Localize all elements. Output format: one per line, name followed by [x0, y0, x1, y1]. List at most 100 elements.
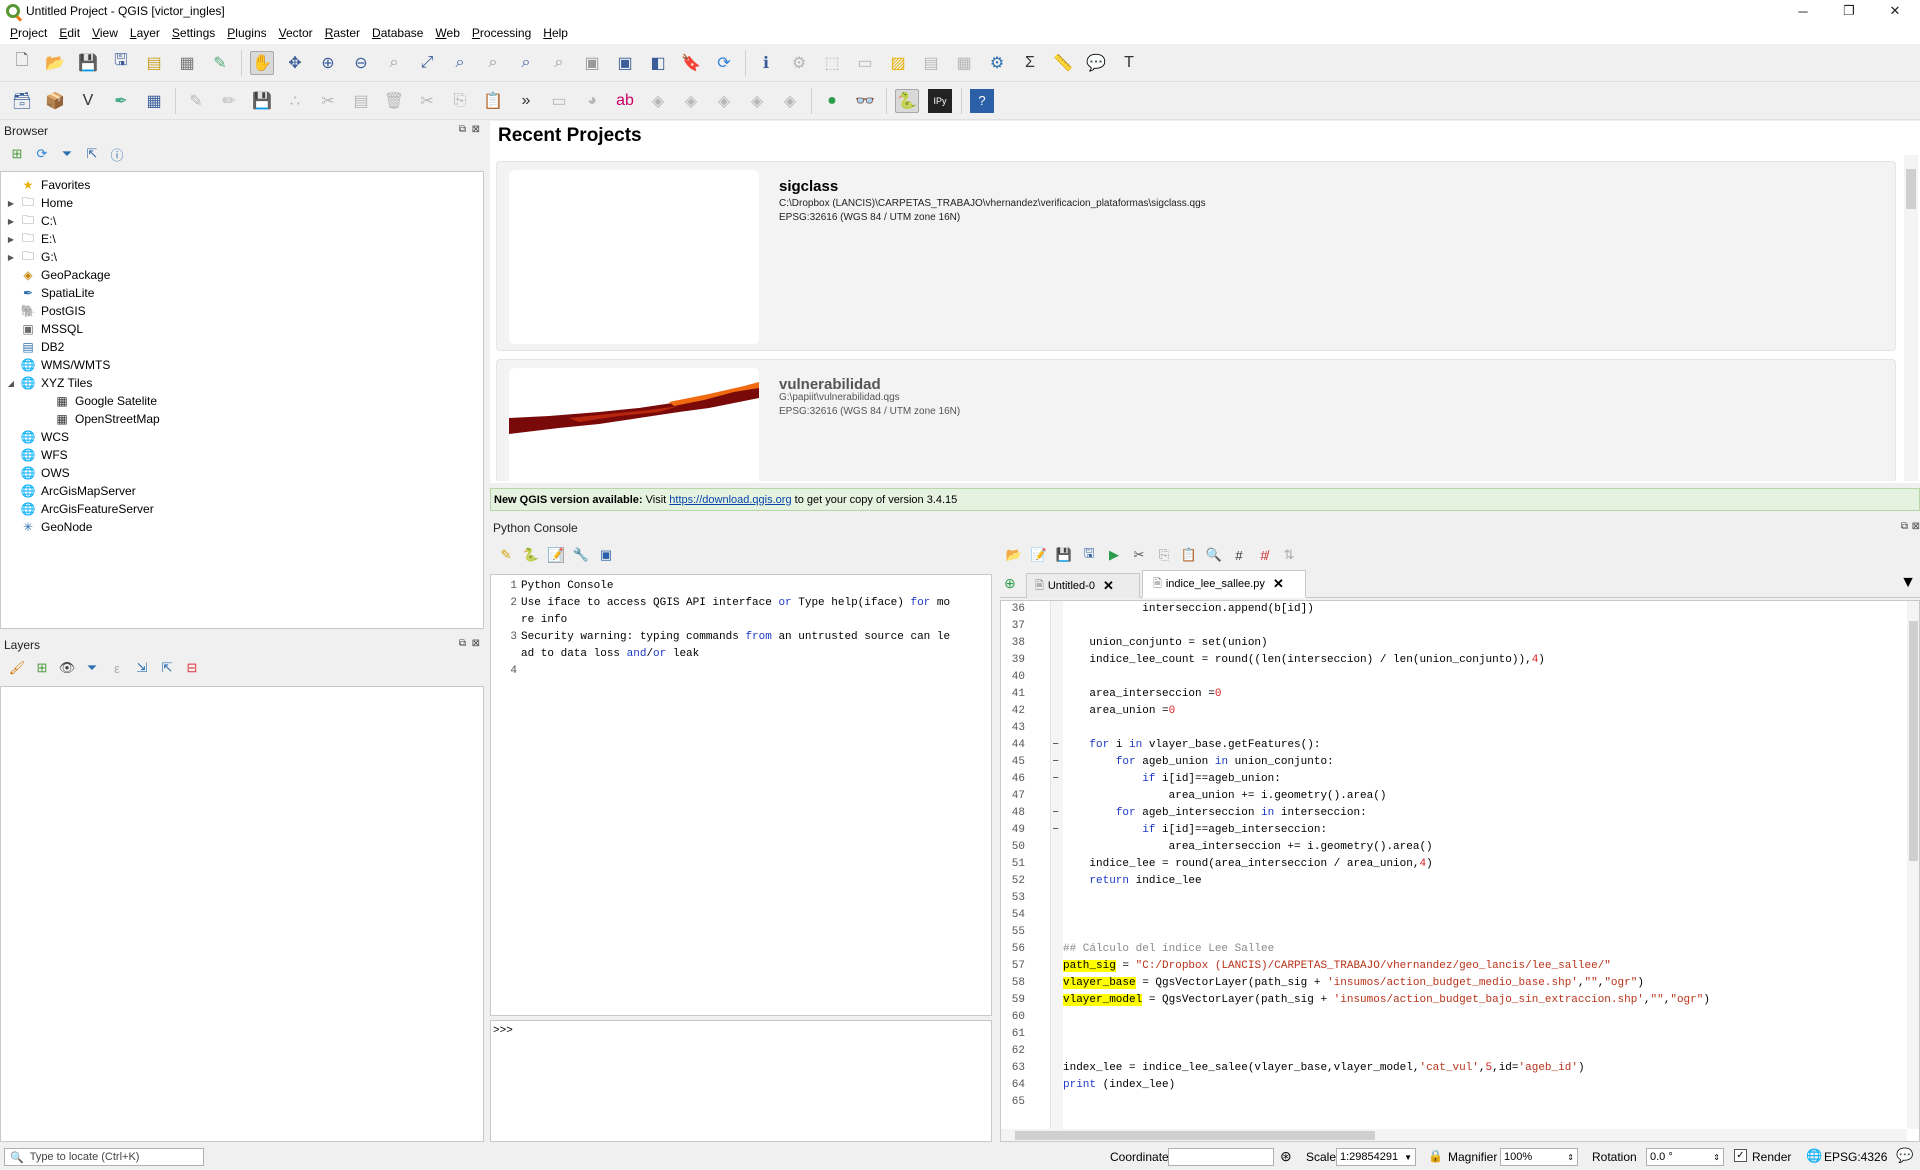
- menu-plugins[interactable]: Plugins: [221, 26, 272, 40]
- collapse-all-icon[interactable]: ⇱: [159, 660, 175, 676]
- style-manager-icon[interactable]: ✎: [208, 51, 232, 75]
- close-panel-icon[interactable]: ⊠: [472, 638, 480, 649]
- diagram-icon[interactable]: ◕: [580, 89, 604, 113]
- magnifier-field[interactable]: 100% ⇕: [1500, 1148, 1578, 1166]
- scale-field[interactable]: 1:29854291 ▼: [1336, 1148, 1416, 1166]
- open-layer-styling-icon[interactable]: 🖌: [9, 660, 26, 676]
- help-contents-icon[interactable]: ?: [970, 88, 994, 113]
- code-line[interactable]: 41 area_interseccion =0: [1001, 686, 1905, 703]
- code-line[interactable]: 40: [1001, 669, 1905, 686]
- minimize-button[interactable]: ─: [1780, 0, 1826, 22]
- rotation-field[interactable]: 0.0 ° ⇕: [1646, 1148, 1724, 1166]
- editor-tab-active[interactable]: 🗎 indice_lee_sallee.py ✕: [1142, 570, 1306, 598]
- browser-item[interactable]: ▣ MSSQL: [1, 320, 483, 338]
- code-line[interactable]: 63 index_lee = indice_lee_salee(vlayer_ba…: [1001, 1060, 1905, 1077]
- code-line[interactable]: 38 union_conjunto = set(union): [1001, 635, 1905, 652]
- label-tool-icon[interactable]: ▭: [547, 89, 571, 113]
- save-as-icon[interactable]: 🖫: [1081, 545, 1097, 563]
- new-spatialite-layer-icon[interactable]: ✒: [109, 89, 133, 113]
- code-line[interactable]: 47 area_union += i.geometry().area(): [1001, 788, 1905, 805]
- code-line[interactable]: 46− if i[id]==ageb_union:: [1001, 771, 1905, 788]
- expand-arrow-icon[interactable]: ▶: [5, 199, 17, 208]
- code-line[interactable]: 48− for ageb_interseccion in interseccio…: [1001, 805, 1905, 822]
- browser-item[interactable]: 🌐 ArcGisFeatureServer: [1, 500, 483, 518]
- fold-marker[interactable]: −: [1025, 737, 1063, 754]
- fold-marker[interactable]: −: [1025, 822, 1063, 839]
- find-icon[interactable]: 🔍: [1206, 547, 1222, 563]
- show-hide-labels-icon[interactable]: ◈: [679, 89, 703, 113]
- close-tab-icon[interactable]: ✕: [1273, 576, 1284, 592]
- save-edits-icon[interactable]: 💾: [250, 89, 274, 113]
- editor-tab[interactable]: 🗎 Untitled-0 ✕: [1026, 573, 1140, 598]
- filter-icon[interactable]: ⏷: [59, 146, 75, 162]
- actions-icon[interactable]: ⚙: [787, 51, 811, 75]
- menu-raster[interactable]: Raster: [319, 26, 366, 40]
- data-source-manager-icon[interactable]: 🗃: [10, 89, 34, 113]
- zoom-in-icon[interactable]: ⊕: [316, 51, 340, 75]
- expand-arrow-icon[interactable]: ▶: [5, 235, 17, 244]
- browser-item[interactable]: ▶ 🗀 C:\: [1, 212, 483, 230]
- close-button[interactable]: ✕: [1872, 0, 1918, 22]
- code-line[interactable]: 44− for i in vlayer_base.getFeatures():: [1001, 737, 1905, 754]
- locator-search[interactable]: 🔍 Type to locate (Ctrl+K): [4, 1148, 204, 1166]
- filter-by-expression-icon[interactable]: ε: [109, 660, 125, 676]
- browser-item[interactable]: 🌐 WFS: [1, 446, 483, 464]
- expand-all-icon[interactable]: ⇲: [134, 660, 150, 676]
- save-as-icon[interactable]: 🖫: [109, 51, 133, 75]
- code-editor[interactable]: 36 interseccion.append(b[id]) 37 38 union_…: [1000, 600, 1920, 1142]
- console-input[interactable]: >>>: [490, 1020, 992, 1142]
- select-features-icon[interactable]: ⬚: [820, 51, 844, 75]
- code-line[interactable]: 60: [1001, 1009, 1905, 1026]
- zoom-full-icon[interactable]: ⤢: [415, 51, 439, 75]
- code-line[interactable]: 51 indice_lee = round(area_interseccion …: [1001, 856, 1905, 873]
- code-line[interactable]: 49− if i[id]==ageb_interseccion:: [1001, 822, 1905, 839]
- filter-legend-icon[interactable]: ⏷: [84, 660, 100, 676]
- ipython-icon[interactable]: IPy: [928, 88, 952, 113]
- identify-icon[interactable]: ℹ: [754, 51, 778, 75]
- map-tips-icon[interactable]: 💬: [1084, 51, 1108, 75]
- copy-icon[interactable]: ⎘: [1156, 547, 1172, 563]
- crs-globe-icon[interactable]: 🌐: [1806, 1148, 1822, 1164]
- toolbox-icon[interactable]: ⚙: [985, 51, 1009, 75]
- code-line[interactable]: 62: [1001, 1043, 1905, 1060]
- edit-pencil-icon[interactable]: ✎: [184, 89, 208, 113]
- browser-item[interactable]: 🌐 WMS/WMTS: [1, 356, 483, 374]
- code-line[interactable]: 52 return indice_lee: [1001, 873, 1905, 890]
- bookmarks-icon[interactable]: 🔖: [679, 51, 703, 75]
- browser-item[interactable]: ◈ GeoPackage: [1, 266, 483, 284]
- render-checkbox[interactable]: ✓: [1734, 1149, 1747, 1162]
- new-project-icon[interactable]: 🗋: [10, 51, 34, 75]
- rotate-label-icon[interactable]: ◈: [745, 89, 769, 113]
- expand-arrow-icon[interactable]: ▶: [5, 253, 17, 262]
- chevron-down-icon[interactable]: ▼: [1404, 1153, 1415, 1162]
- statistics-icon[interactable]: Σ: [1018, 51, 1042, 75]
- new-shapefile-layer-icon[interactable]: V: [76, 89, 100, 113]
- zoom-native-icon[interactable]: ⌕: [514, 51, 538, 75]
- zoom-next-icon[interactable]: ▣: [580, 51, 604, 75]
- toggle-extents-icon[interactable]: ⊛: [1280, 1148, 1292, 1165]
- code-line[interactable]: 50 area_interseccion += i.geometry().are…: [1001, 839, 1905, 856]
- cut-icon[interactable]: ✂: [1131, 547, 1147, 563]
- new-3d-view-icon[interactable]: ◧: [646, 51, 670, 75]
- layout-manager-icon[interactable]: ▦: [175, 51, 199, 75]
- modify-attributes-icon[interactable]: ▤: [349, 89, 373, 113]
- menu-edit[interactable]: Edit: [53, 26, 86, 40]
- browser-item[interactable]: ✒ SpatiaLite: [1, 284, 483, 302]
- new-map-view-icon[interactable]: ▣: [613, 51, 637, 75]
- code-line[interactable]: 53: [1001, 890, 1905, 907]
- run-script-icon[interactable]: ▶: [1106, 547, 1122, 563]
- fold-marker[interactable]: −: [1025, 805, 1063, 822]
- expand-arrow-icon[interactable]: ◢: [5, 379, 17, 388]
- recent-projects-scrollbar[interactable]: [1904, 155, 1918, 481]
- fold-marker[interactable]: −: [1025, 754, 1063, 771]
- browser-item[interactable]: ▤ DB2: [1, 338, 483, 356]
- add-selected-layers-icon[interactable]: ⊞: [9, 146, 25, 162]
- remove-layer-icon[interactable]: ⊟: [184, 660, 200, 676]
- pan-map-icon[interactable]: ✋: [250, 50, 274, 75]
- menu-settings[interactable]: Settings: [166, 26, 221, 40]
- browser-item[interactable]: ▶ 🗀 Home: [1, 194, 483, 212]
- delete-selected-icon[interactable]: 🗑: [382, 89, 406, 113]
- code-line[interactable]: 61: [1001, 1026, 1905, 1043]
- menu-database[interactable]: Database: [366, 26, 429, 40]
- browser-item[interactable]: 🐘 PostGIS: [1, 302, 483, 320]
